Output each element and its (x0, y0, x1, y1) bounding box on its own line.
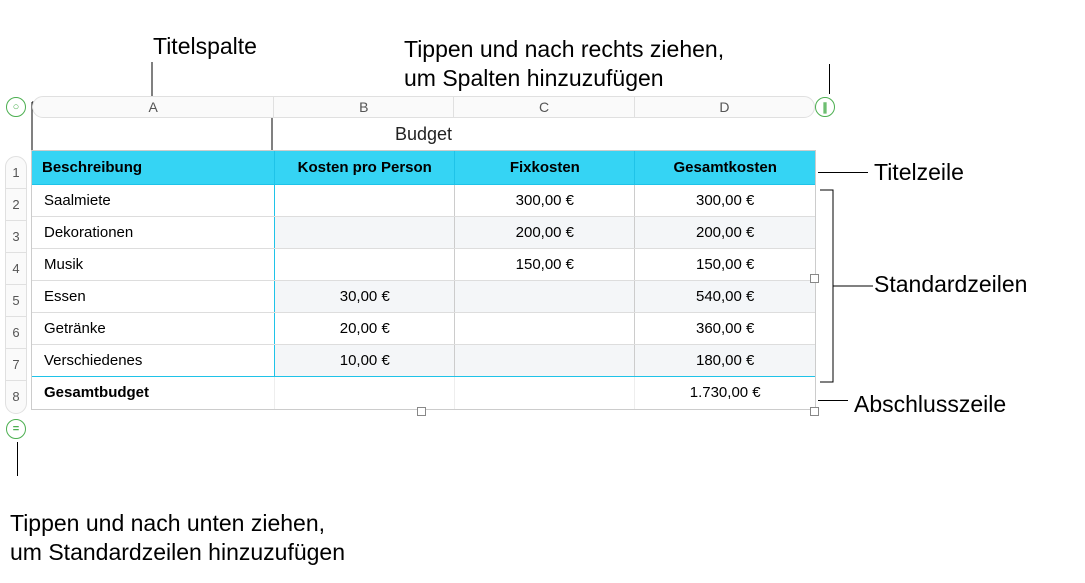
row-header-1[interactable]: 1 (6, 157, 26, 189)
row-header-6[interactable]: 6 (6, 317, 26, 349)
callout-add-rows: Tippen und nach unten ziehen, um Standar… (10, 480, 345, 566)
column-header-a[interactable]: A (33, 97, 274, 117)
cell-desc[interactable]: Musik (32, 249, 275, 281)
footer-desc[interactable]: Gesamtbudget (32, 377, 275, 409)
cell-total[interactable]: 300,00 € (635, 185, 815, 217)
header-kosten-pro[interactable]: Kosten pro Person (275, 151, 455, 185)
row-header-7[interactable]: 7 (6, 349, 26, 381)
drag-rows-icon: = (13, 423, 19, 435)
cell-desc[interactable]: Getränke (32, 313, 275, 345)
callout-text: Standardzeilen (874, 271, 1027, 297)
table-container: Budget Beschreibung Kosten pro Person Fi… (32, 124, 815, 409)
header-row[interactable]: Beschreibung Kosten pro Person Fixkosten… (32, 151, 815, 185)
cell-fix[interactable]: 150,00 € (455, 249, 635, 281)
header-gesamtkosten[interactable]: Gesamtkosten (635, 151, 815, 185)
cell-desc[interactable]: Essen (32, 281, 275, 313)
row-header-8[interactable]: 8 (6, 381, 26, 413)
row-header-2[interactable]: 2 (6, 189, 26, 221)
cell-fix[interactable] (455, 313, 635, 345)
row-header-4[interactable]: 4 (6, 253, 26, 285)
footer-row[interactable]: Gesamtbudget 1.730,00 € (32, 377, 815, 409)
cell-total[interactable]: 180,00 € (635, 345, 815, 377)
callout-text: Tippen und nach unten ziehen, um Standar… (10, 510, 345, 565)
table-row[interactable]: Saalmiete 300,00 € 300,00 € (32, 185, 815, 217)
callout-add-columns: Tippen und nach rechts ziehen, um Spalte… (404, 6, 724, 92)
header-beschreibung[interactable]: Beschreibung (32, 151, 275, 185)
cell-per[interactable]: 30,00 € (275, 281, 455, 313)
cell-per[interactable]: 20,00 € (275, 313, 455, 345)
selection-handle-bottom-right[interactable] (810, 407, 819, 416)
cell-fix[interactable] (455, 345, 635, 377)
row-header-bar: 1 2 3 4 5 6 7 8 (5, 156, 27, 414)
callout-titelzeile: Titelzeile (874, 158, 964, 187)
add-row-handle[interactable]: = (6, 419, 26, 439)
callout-text: Titelzeile (874, 159, 964, 185)
cell-fix[interactable] (455, 281, 635, 313)
callout-text: Tippen und nach rechts ziehen, um Spalte… (404, 36, 724, 91)
callout-bracket-standard (818, 190, 873, 382)
table-row[interactable]: Verschiedenes 10,00 € 180,00 € (32, 345, 815, 377)
selection-handle-bottom-mid[interactable] (417, 407, 426, 416)
drag-columns-icon: ∥ (822, 101, 828, 114)
cell-total[interactable]: 200,00 € (635, 217, 815, 249)
column-header-bar: A B C D (32, 96, 815, 118)
table-row[interactable]: Essen 30,00 € 540,00 € (32, 281, 815, 313)
callout-text: Abschlusszeile (854, 391, 1006, 417)
column-header-b[interactable]: B (274, 97, 454, 117)
table-row[interactable]: Getränke 20,00 € 360,00 € (32, 313, 815, 345)
circle-icon: ○ (13, 101, 20, 113)
cell-total[interactable]: 360,00 € (635, 313, 815, 345)
footer-total[interactable]: 1.730,00 € (635, 377, 815, 409)
add-column-handle[interactable]: ∥ (815, 97, 835, 117)
row-header-3[interactable]: 3 (6, 221, 26, 253)
cell-per[interactable]: 10,00 € (275, 345, 455, 377)
budget-table[interactable]: Beschreibung Kosten pro Person Fixkosten… (32, 151, 815, 409)
table-title[interactable]: Budget (32, 124, 815, 145)
cell-per[interactable] (275, 185, 455, 217)
cell-total[interactable]: 150,00 € (635, 249, 815, 281)
footer-fix[interactable] (455, 377, 635, 409)
cell-desc[interactable]: Dekorationen (32, 217, 275, 249)
callout-text: Titelspalte (153, 33, 257, 59)
cell-per[interactable] (275, 217, 455, 249)
selection-handle-mid-right[interactable] (810, 274, 819, 283)
cell-per[interactable] (275, 249, 455, 281)
column-header-d[interactable]: D (635, 97, 814, 117)
cell-desc[interactable]: Saalmiete (32, 185, 275, 217)
callout-line-titelzeile (818, 172, 868, 173)
column-header-c[interactable]: C (454, 97, 634, 117)
cell-fix[interactable]: 300,00 € (455, 185, 635, 217)
table-row[interactable]: Dekorationen 200,00 € 200,00 € (32, 217, 815, 249)
table-row[interactable]: Musik 150,00 € 150,00 € (32, 249, 815, 281)
cell-total[interactable]: 540,00 € (635, 281, 815, 313)
footer-per[interactable] (275, 377, 455, 409)
callout-standardzeilen: Standardzeilen (874, 270, 1027, 299)
callout-line-abschluss (818, 400, 848, 401)
callout-abschlusszeile: Abschlusszeile (854, 390, 1006, 419)
cell-fix[interactable]: 200,00 € (455, 217, 635, 249)
table-origin-handle[interactable]: ○ (6, 97, 26, 117)
header-fixkosten[interactable]: Fixkosten (455, 151, 635, 185)
row-header-5[interactable]: 5 (6, 285, 26, 317)
callout-line-add-rows (17, 442, 18, 476)
cell-desc[interactable]: Verschiedenes (32, 345, 275, 377)
callout-titelspalte: Titelspalte (153, 32, 257, 61)
callout-line-add-columns (829, 64, 830, 94)
